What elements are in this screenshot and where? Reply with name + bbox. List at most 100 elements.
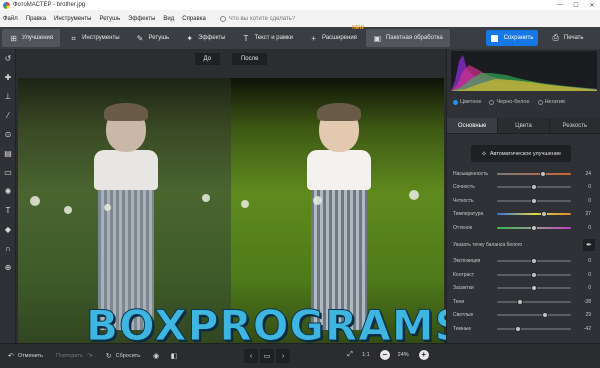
slider-handle[interactable] <box>542 312 549 319</box>
slider-value: -42 <box>583 325 591 332</box>
mode-bw[interactable]: Черно-белое <box>489 99 530 105</box>
compare-view-icon[interactable]: ◧ <box>167 349 181 363</box>
healing-icon[interactable]: ✚ <box>0 68 16 87</box>
slider-track[interactable] <box>497 258 571 265</box>
slider-handle[interactable] <box>531 184 537 191</box>
slider-track[interactable] <box>497 170 571 177</box>
undo-rotate-icon[interactable]: ↺ <box>0 49 16 68</box>
slider-list: Насыщенность 24 Сочность 0 Четкость 0 Температ… <box>453 167 599 336</box>
mode-color[interactable]: Цветное <box>453 99 481 105</box>
after-label: После <box>231 53 268 65</box>
tab-extensions[interactable]: + Расширения NEW <box>302 25 364 47</box>
slider-handle[interactable] <box>539 170 546 177</box>
maximize-button[interactable]: ☐ <box>568 2 584 9</box>
zoom-in-button[interactable]: + <box>418 350 429 360</box>
tab-retouch[interactable]: ✎ Ретушь <box>129 29 177 47</box>
tab-label: Пакетная обработка <box>385 35 443 41</box>
menu-view[interactable]: Вид <box>163 16 174 22</box>
slider-track[interactable] <box>497 312 571 319</box>
globe-icon[interactable]: ⊕ <box>0 258 16 277</box>
slider-track[interactable] <box>497 197 571 204</box>
slider-handle[interactable] <box>531 258 537 265</box>
search-icon <box>219 15 226 22</box>
save-button[interactable]: Сохранить <box>486 30 538 46</box>
stamp-icon[interactable]: ⊥ <box>0 87 16 106</box>
magic-icon: ✧ <box>480 150 487 158</box>
menu-effects[interactable]: Эффекты <box>128 16 155 22</box>
zoom-controls: ⤢ 1:1 − 24% + <box>344 349 437 361</box>
mode-negative[interactable]: Негатив <box>537 99 565 105</box>
redo-button[interactable]: Повторить ↷ <box>51 348 98 364</box>
slider-track[interactable] <box>497 285 571 292</box>
slider-handle[interactable] <box>516 298 523 305</box>
slider-handle[interactable] <box>531 224 537 231</box>
tab-batch[interactable]: ▣ Пакетная обработка <box>365 29 450 47</box>
window-controls: — ☐ ✕ <box>552 2 600 9</box>
prev-image-button[interactable]: ‹ <box>244 349 258 363</box>
slider-handle[interactable] <box>541 211 548 218</box>
slider-row: Оттенок 0 <box>453 221 599 235</box>
light-icon[interactable]: ✺ <box>0 182 16 201</box>
tab-colors[interactable]: Цвета <box>498 118 550 133</box>
search-input[interactable] <box>228 15 319 22</box>
slider-value: 0 <box>588 197 591 204</box>
slider-label: Четкость <box>453 197 474 204</box>
compare-labels: До После <box>16 49 446 69</box>
menu-help[interactable]: Справка <box>182 16 206 22</box>
eye-icon[interactable]: ◉ <box>149 349 163 363</box>
tab-label: Ретушь <box>148 35 170 41</box>
vignette-icon[interactable]: ▭ <box>0 163 16 182</box>
tab-enhance[interactable]: ⊞ Улучшения <box>2 29 61 47</box>
tab-text-frames[interactable]: T Текст и рамки <box>234 29 300 47</box>
slider-handle[interactable] <box>531 197 537 204</box>
slider-value: 0 <box>588 285 591 292</box>
slider-handle[interactable] <box>531 285 537 292</box>
tab-sharpness[interactable]: Резкость <box>549 118 600 133</box>
next-image-button[interactable]: › <box>276 349 290 363</box>
target-icon[interactable]: ⊙ <box>0 125 16 144</box>
fit-screen-icon[interactable]: ⤢ <box>344 349 356 361</box>
menu-edit[interactable]: Правка <box>26 16 46 22</box>
menu-retouch[interactable]: Ретушь <box>99 16 120 22</box>
slider-label: Экспозиция <box>453 258 481 265</box>
auto-enhance-button[interactable]: ✧ Автоматическое улучшение <box>471 145 571 162</box>
zoom-ratio-button[interactable]: 1:1 <box>362 352 370 358</box>
tab-basic[interactable]: Основные <box>447 118 499 133</box>
tab-effects[interactable]: ✦ Эффекты <box>178 29 232 47</box>
reset-button[interactable]: ↻ Сбросить <box>101 348 145 364</box>
main-toolbar: ⊞ Улучшения ⌗ Инструменты ✎ Ретушь ✦ Эфф… <box>0 25 600 49</box>
color-mode-group: Цветное Черно-белое Негатив <box>453 99 599 105</box>
slider-label: Оттенок <box>453 224 472 231</box>
print-button[interactable]: ⎙ Печать <box>544 30 592 46</box>
fill-icon[interactable]: ◆ <box>0 220 16 239</box>
slider-handle[interactable] <box>515 325 522 332</box>
menu-tools[interactable]: Инструменты <box>54 16 91 22</box>
crop-icon: ⌗ <box>71 33 76 43</box>
tab-label: Инструменты <box>82 35 120 41</box>
slider-label: Температура <box>453 211 484 218</box>
brush-tool-icon[interactable]: ⁄ <box>0 106 16 125</box>
folder-icon[interactable]: ▭ <box>260 349 274 363</box>
brush-icon: ✎ <box>136 33 144 43</box>
eyedropper-icon[interactable]: ✒ <box>583 238 595 251</box>
close-button[interactable]: ✕ <box>584 2 600 9</box>
radio-icon <box>489 99 495 105</box>
undo-button[interactable]: ↶ Отменить <box>3 348 48 364</box>
slider-track[interactable] <box>497 271 571 278</box>
filter-icon[interactable]: ▤ <box>0 144 16 163</box>
undo-label: Отменить <box>17 353 44 359</box>
zoom-out-button[interactable]: − <box>379 350 390 360</box>
slider-track[interactable] <box>497 184 571 191</box>
text-tool-icon[interactable]: T <box>0 201 16 220</box>
slider-handle[interactable] <box>531 271 537 278</box>
plus-icon: + <box>311 33 316 43</box>
slider-track[interactable] <box>497 298 571 305</box>
magnet-icon[interactable]: ∩ <box>0 239 16 258</box>
tab-tools[interactable]: ⌗ Инструменты <box>62 29 126 47</box>
menu-file[interactable]: Файл <box>3 16 18 22</box>
slider-track[interactable] <box>497 325 571 332</box>
slider-value: -38 <box>583 298 591 305</box>
minimize-button[interactable]: — <box>552 2 568 9</box>
slider-track[interactable] <box>497 224 571 231</box>
slider-track[interactable] <box>497 211 571 218</box>
